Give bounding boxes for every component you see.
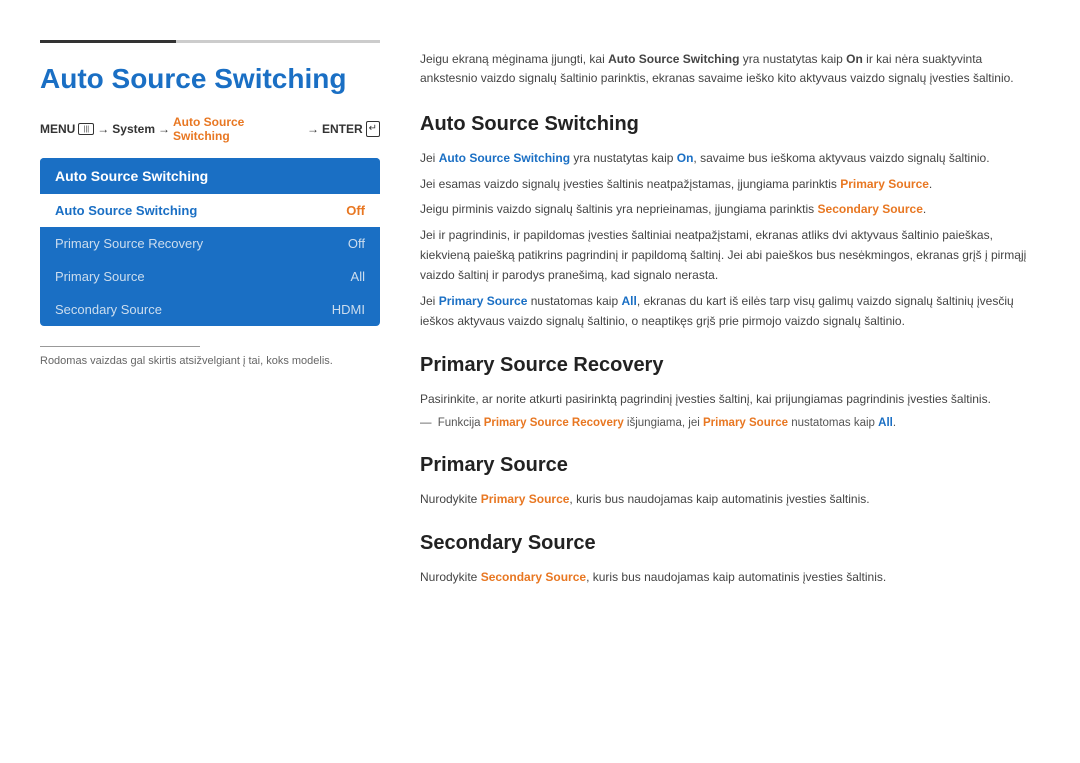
menu-item-value: All [351, 269, 365, 284]
section-title-ss: Secondary Source [420, 532, 1030, 555]
arrow1: → [97, 122, 109, 136]
auto-source-path: Auto Source Switching [173, 115, 304, 143]
intro-on: On [846, 52, 863, 66]
section-para-5: Jei Primary Source nustatomas kaip All, … [420, 291, 1030, 332]
menu-icon: ||| [78, 123, 94, 135]
menu-items-container: Auto Source SwitchingOffPrimary Source R… [40, 194, 380, 326]
system-label: System [112, 122, 155, 136]
right-column: Jeigu ekraną mėginama įjungti, kai Auto … [420, 40, 1030, 723]
menu-item-value: HDMI [332, 302, 365, 317]
section-ss-para: Nurodykite Secondary Source, kuris bus n… [420, 567, 1030, 587]
arrow2: → [158, 122, 170, 136]
menu-item-value: Off [348, 236, 365, 251]
menu-item-label: Primary Source Recovery [55, 236, 203, 251]
section-para-4: Jei ir pagrindinis, ir papildomas įvesti… [420, 225, 1030, 286]
menu-item-primary-source-recovery[interactable]: Primary Source Recovery Off [40, 227, 380, 260]
menu-item-label: Auto Source Switching [55, 203, 197, 218]
section-title-ps: Primary Source [420, 454, 1030, 477]
psr-note: — Funkcija Primary Source Recovery išjun… [420, 414, 1030, 432]
section-ps-para: Nurodykite Primary Source, kuris bus nau… [420, 489, 1030, 509]
divider [40, 346, 200, 347]
section-auto-source-switching: Auto Source Switching Jei Auto Source Sw… [420, 113, 1030, 331]
enter-icon: ↵ [366, 121, 380, 137]
section-primary-source: Primary Source Nurodykite Primary Source… [420, 454, 1030, 509]
section-title-psr: Primary Source Recovery [420, 354, 1030, 377]
section-para-2: Jei esamas vaizdo signalų įvesties šalti… [420, 174, 1030, 194]
menu-item-label: Secondary Source [55, 302, 162, 317]
section-psr-para: Pasirinkite, ar norite atkurti pasirinkt… [420, 389, 1030, 409]
section-secondary-source: Secondary Source Nurodykite Secondary So… [420, 532, 1030, 587]
enter-label: ENTER [322, 122, 363, 136]
intro-highlight-1: Auto Source Switching [608, 52, 739, 66]
page-title: Auto Source Switching [40, 63, 380, 95]
section-para-1: Jei Auto Source Switching yra nustatytas… [420, 148, 1030, 168]
menu-item-value: Off [346, 203, 365, 218]
menu-item-label: Primary Source [55, 269, 145, 284]
menu-path: MENU ||| → System → Auto Source Switchin… [40, 115, 380, 143]
menu-item-primary-source[interactable]: Primary Source All [40, 260, 380, 293]
footnote: Rodomas vaizdas gal skirtis atsižvelgian… [40, 355, 380, 367]
left-column: Auto Source Switching MENU ||| → System … [40, 40, 380, 723]
menu-label: MENU [40, 122, 75, 136]
menu-header: Auto Source Switching [40, 158, 380, 194]
intro-text: Jeigu ekraną mėginama įjungti, kai Auto … [420, 50, 1030, 88]
arrow3: → [307, 122, 319, 136]
menu-item-secondary-source[interactable]: Secondary Source HDMI [40, 293, 380, 326]
section-para-3: Jeigu pirminis vaizdo signalų šaltinis y… [420, 199, 1030, 219]
section-title-auto: Auto Source Switching [420, 113, 1030, 136]
section-primary-source-recovery: Primary Source Recovery Pasirinkite, ar … [420, 354, 1030, 433]
menu-item-auto-source-switching[interactable]: Auto Source Switching Off [40, 194, 380, 227]
top-line [40, 40, 380, 43]
menu-box: Auto Source Switching Auto Source Switch… [40, 158, 380, 326]
